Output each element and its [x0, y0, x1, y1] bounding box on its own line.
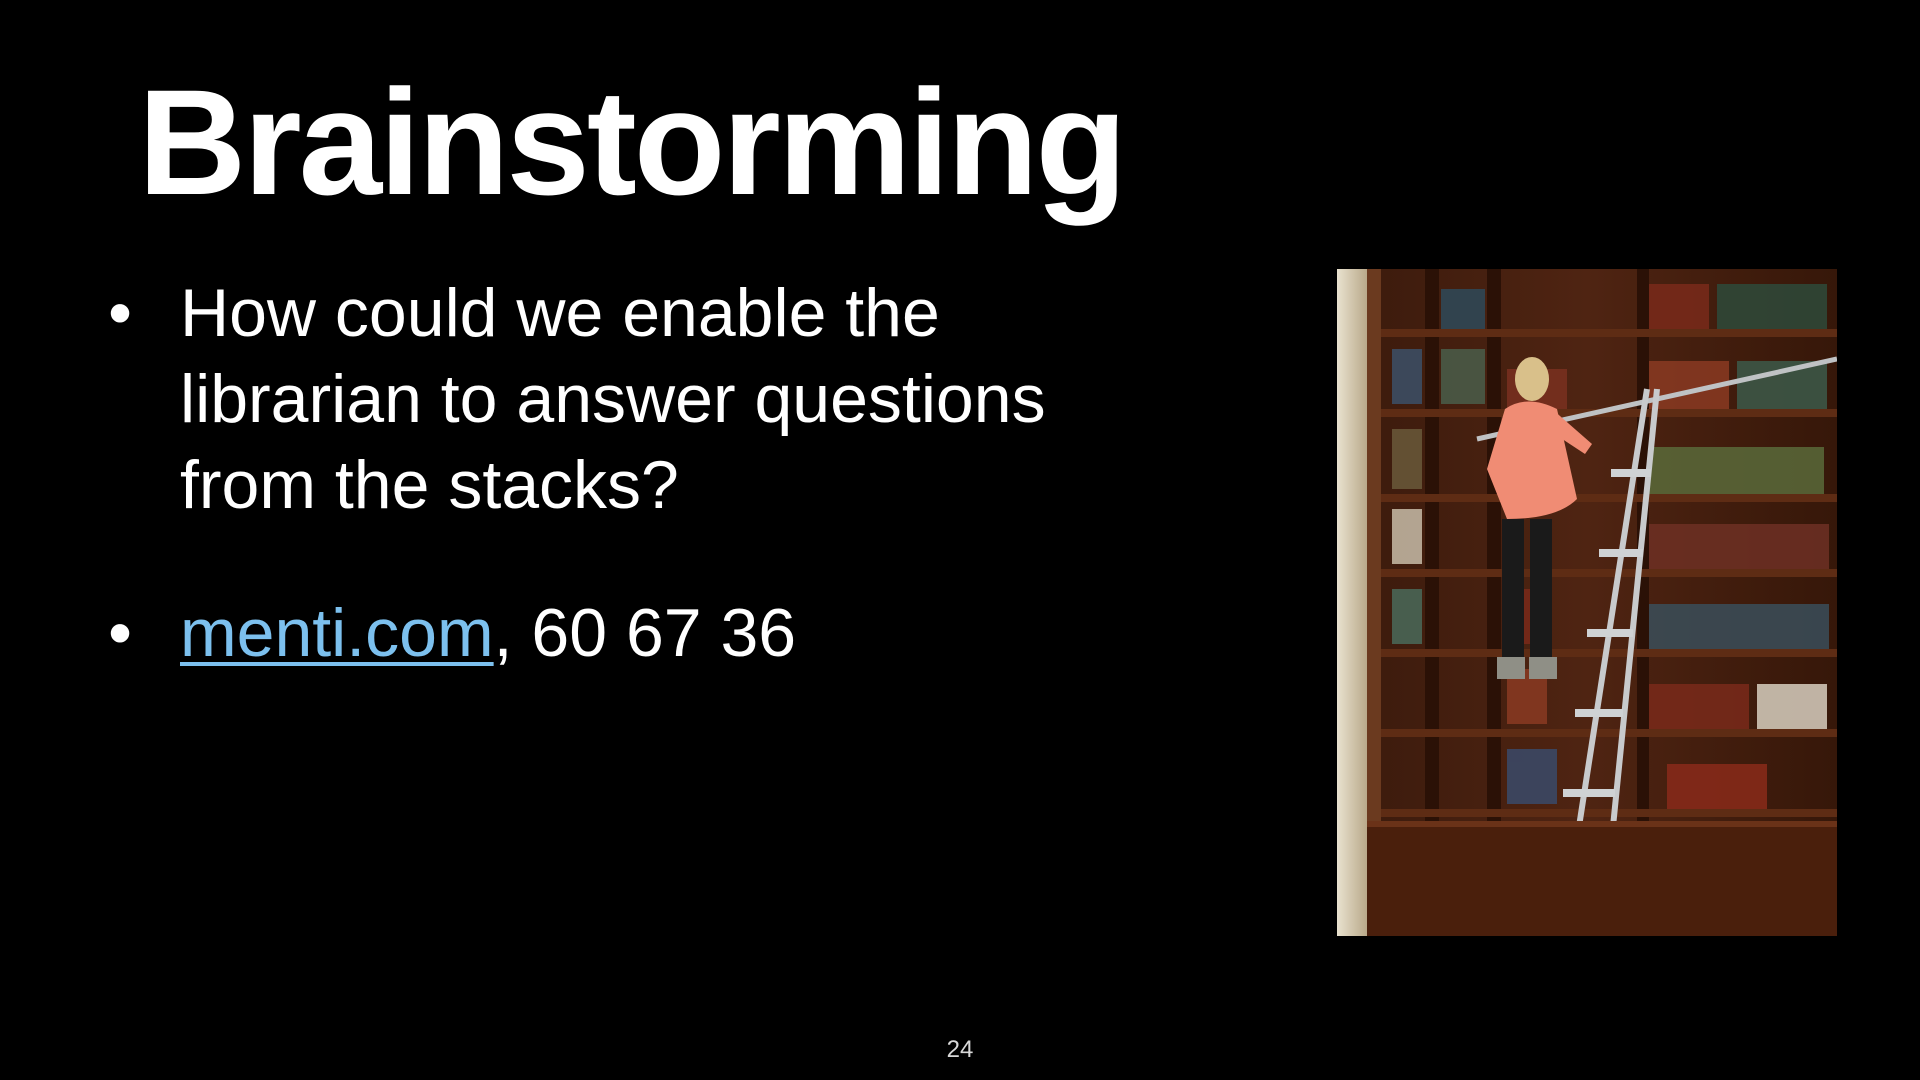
page-number: 24	[946, 1036, 974, 1063]
bullet-question: • How could we enable the librarian to a…	[100, 270, 1140, 528]
slide-title: Brainstorming	[138, 58, 1127, 226]
bullet-marker: •	[108, 595, 132, 671]
bullet-question-text: How could we enable the librarian to ans…	[180, 275, 1046, 523]
menti-link[interactable]: menti.com	[180, 595, 494, 671]
photo-illustration	[1337, 269, 1837, 936]
menti-code: , 60 67 36	[493, 595, 797, 671]
bullet-list: • How could we enable the librarian to a…	[100, 270, 1140, 676]
bullet-menti: • menti.com, 60 67 36	[100, 590, 1140, 676]
librarian-ladder-photo	[1337, 269, 1837, 936]
bullet-marker: •	[108, 275, 132, 351]
